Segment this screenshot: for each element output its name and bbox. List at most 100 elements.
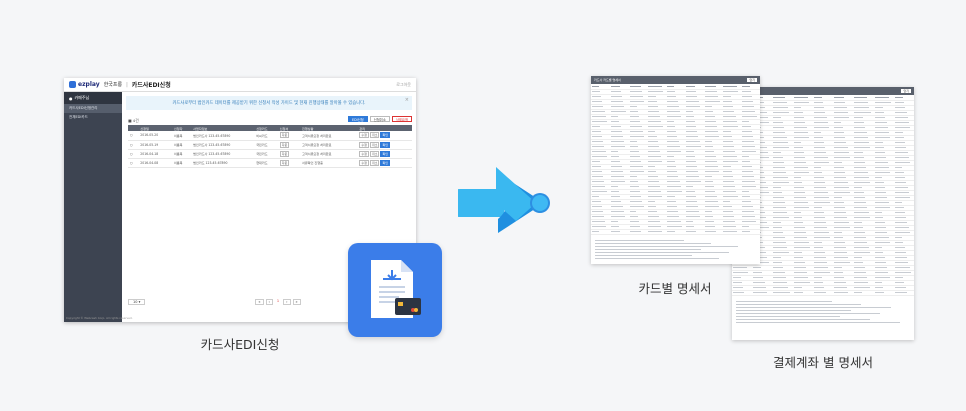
- table-row[interactable]: ○ 2016-05-20 이름목 법인카드사 123-45-67890 비씨카드…: [128, 131, 412, 141]
- sidebar-item-edi-card[interactable]: 전체EDI카드: [64, 113, 122, 122]
- confirm-button[interactable]: 확인: [380, 159, 390, 166]
- placeholder-line: [773, 207, 787, 208]
- edit-button[interactable]: 수정: [359, 141, 369, 148]
- prev-page-button[interactable]: ‹: [265, 299, 273, 305]
- next-page-button[interactable]: ›: [283, 299, 291, 305]
- current-page[interactable]: 1: [275, 299, 281, 305]
- row-doc[interactable]: 다운: [277, 131, 301, 141]
- placeholder-line: [834, 122, 842, 123]
- placeholder-line: [813, 177, 824, 178]
- edi-document-icon: [348, 243, 442, 337]
- confirm-button[interactable]: 확인: [380, 141, 390, 148]
- placeholder-line: [742, 106, 755, 107]
- edit-button[interactable]: 수정: [359, 132, 369, 139]
- placeholder-line: [813, 162, 829, 163]
- placeholder-line: [592, 231, 600, 232]
- placeholder-line: [793, 117, 805, 118]
- placeholder-line: [592, 106, 604, 107]
- table-cell: [722, 229, 742, 235]
- row-card: 비씨카드: [254, 131, 278, 141]
- delete-request-button[interactable]: 삭제요청: [391, 116, 412, 122]
- row-date: 2016-04-18: [138, 149, 172, 159]
- placeholder-line: [773, 162, 784, 163]
- logout-link[interactable]: 로그아웃: [396, 82, 411, 88]
- placeholder-line: [874, 152, 886, 153]
- close-icon[interactable]: ×: [405, 97, 409, 103]
- row-checkbox[interactable]: ○: [128, 131, 139, 141]
- placeholder-line: [592, 181, 605, 182]
- sidebar-item-edi-manage[interactable]: 카드사EDI신청관리: [64, 104, 122, 113]
- table-row[interactable]: ○ 2016-05-19 이름목 법인카드사 123-45-67890 국민카드…: [128, 140, 412, 150]
- placeholder-line: [610, 201, 622, 202]
- placeholder-line: [736, 306, 891, 308]
- placeholder-line: [834, 232, 843, 233]
- confirm-button[interactable]: 확인: [380, 132, 390, 139]
- placeholder-line: [793, 227, 805, 228]
- row-checkbox[interactable]: ○: [128, 149, 139, 159]
- placeholder-line: [834, 292, 849, 293]
- placeholder-line: [813, 112, 826, 113]
- placeholder-line: [793, 212, 801, 213]
- placeholder-line: [648, 181, 659, 182]
- placeholder-line: [793, 272, 808, 273]
- first-page-button[interactable]: «: [255, 299, 264, 305]
- placeholder-line: [592, 141, 604, 142]
- confirm-button[interactable]: 확인: [380, 150, 390, 157]
- placeholder-line: [894, 102, 905, 103]
- placeholder-line: [894, 147, 907, 148]
- last-page-button[interactable]: »: [292, 299, 301, 305]
- row-doc[interactable]: 다운: [277, 158, 301, 168]
- cancel-button[interactable]: 취소: [369, 159, 380, 166]
- placeholder-line: [773, 197, 784, 198]
- table-row[interactable]: ○ 2016-04-08 이름목 법인카드 123-45-67890 현대카드 …: [128, 158, 412, 168]
- document-title: 카드사 카드별 명세서: [594, 78, 621, 82]
- placeholder-line: [773, 127, 784, 128]
- placeholder-line: [592, 196, 600, 197]
- table-row[interactable]: ○ 2016-04-18 이름목 법인카드사 123-45-67890 국민카드…: [128, 149, 412, 159]
- placeholder-line: [813, 222, 827, 223]
- download-button[interactable]: 다운: [279, 150, 290, 157]
- edi-apply-button[interactable]: EDI신청: [348, 116, 368, 122]
- edit-button[interactable]: 수정: [359, 150, 369, 157]
- placeholder-line: [834, 152, 850, 153]
- placeholder-line: [834, 217, 848, 218]
- placeholder-line: [629, 116, 640, 117]
- close-button[interactable]: 닫기: [747, 78, 757, 82]
- placeholder-line: [793, 112, 803, 113]
- cancel-button[interactable]: 취소: [369, 141, 380, 148]
- placeholder-line: [723, 221, 736, 222]
- cancel-apply-button[interactable]: 신청취소: [369, 116, 390, 122]
- download-button[interactable]: 다운: [279, 141, 290, 148]
- placeholder-line: [773, 157, 783, 158]
- page-size-select[interactable]: 10 ▾: [128, 299, 146, 305]
- placeholder-line: [742, 111, 756, 112]
- placeholder-line: [629, 91, 642, 92]
- cancel-button[interactable]: 취소: [369, 132, 380, 139]
- placeholder-line: [595, 242, 711, 244]
- placeholder-line: [854, 242, 868, 243]
- download-button[interactable]: 다운: [279, 159, 290, 166]
- placeholder-line: [813, 167, 822, 168]
- row-checkbox[interactable]: ○: [128, 158, 139, 168]
- placeholder-line: [610, 161, 621, 162]
- placeholder-line: [773, 187, 782, 188]
- placeholder-line: [629, 101, 645, 102]
- placeholder-line: [723, 161, 738, 162]
- placeholder-line: [834, 242, 845, 243]
- row-checkbox[interactable]: ○: [128, 140, 139, 150]
- cancel-button[interactable]: 취소: [369, 150, 380, 157]
- row-doc[interactable]: 다운: [277, 140, 301, 150]
- placeholder-line: [723, 186, 736, 187]
- placeholder-line: [874, 102, 891, 103]
- download-button[interactable]: 다운: [279, 132, 290, 139]
- placeholder-line: [648, 146, 659, 147]
- placeholder-line: [854, 142, 870, 143]
- placeholder-line: [610, 131, 622, 132]
- placeholder-line: [834, 182, 848, 183]
- close-button[interactable]: 닫기: [901, 89, 911, 93]
- row-doc[interactable]: 다운: [277, 149, 301, 159]
- edit-button[interactable]: 수정: [359, 159, 369, 166]
- placeholder-line: [813, 282, 824, 283]
- placeholder-line: [894, 167, 903, 168]
- placeholder-line: [733, 277, 741, 278]
